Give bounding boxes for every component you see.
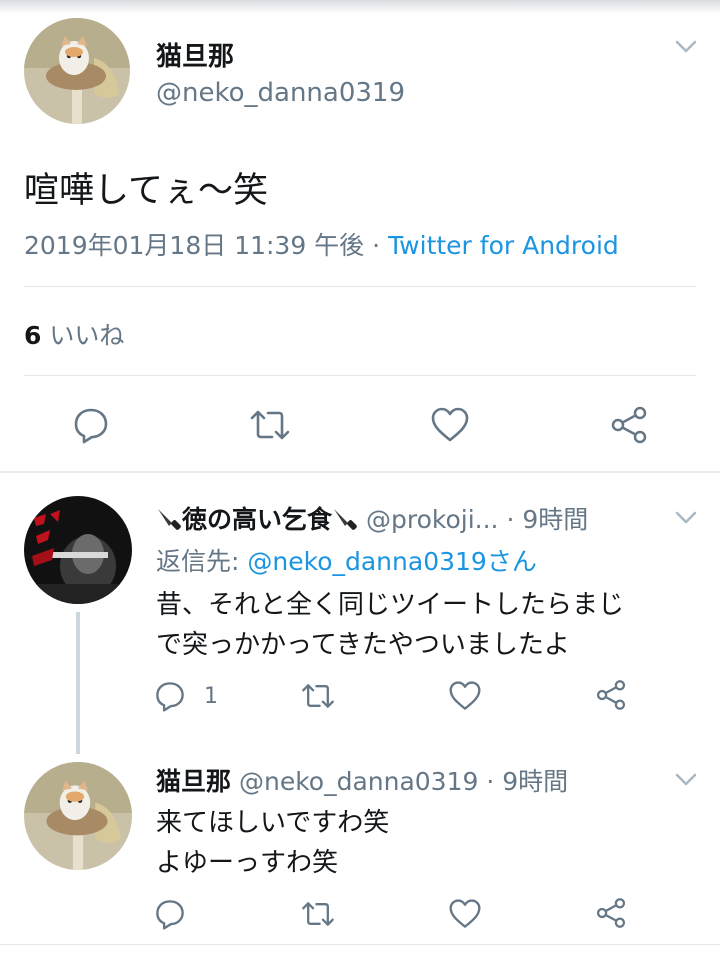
likes-count: 6	[24, 321, 42, 350]
share-icon[interactable]	[594, 678, 628, 712]
avatar[interactable]	[24, 762, 132, 870]
reply-to-label: 返信先:	[156, 547, 240, 576]
reply-header: 猫旦那 @neko_danna0319 · 9時間	[156, 762, 568, 798]
like-heart-icon[interactable]	[448, 680, 482, 712]
author-handle[interactable]: @neko_danna0319	[156, 78, 405, 108]
knife-emoji-icon	[156, 505, 182, 537]
share-icon[interactable]	[608, 404, 650, 446]
chevron-down-icon[interactable]	[674, 38, 698, 56]
meta-separator: ·	[372, 231, 381, 260]
reply-count: 1	[204, 684, 218, 709]
section-divider	[0, 471, 720, 473]
author-name[interactable]: 徳の高い乞食	[182, 505, 332, 534]
reply-time[interactable]: · 9時間	[486, 767, 568, 796]
likes-stat[interactable]: 6 いいね	[24, 316, 124, 352]
thread-connector-line	[76, 612, 80, 754]
chevron-down-icon[interactable]	[674, 510, 698, 526]
reply-time[interactable]: · 9時間	[506, 505, 588, 534]
author-handle[interactable]: @neko_danna0319	[239, 767, 478, 796]
reply-header: 徳の高い乞食 @prokoji... · 9時間	[156, 500, 588, 537]
like-heart-icon[interactable]	[448, 898, 482, 930]
bottom-divider	[0, 944, 720, 945]
reply-text-line: 来てほしいですわ笑	[156, 808, 390, 838]
reply-icon[interactable]	[154, 680, 186, 712]
reply-text-line: 昔、それと全く同じツイートしたらまじ	[156, 590, 625, 620]
avatar[interactable]	[24, 18, 130, 124]
reply-text-line: よゆーっすわ笑	[156, 848, 339, 878]
reply-to-handle[interactable]: @neko_danna0319さん	[247, 547, 536, 576]
like-heart-icon[interactable]	[430, 406, 470, 444]
avatar[interactable]	[24, 496, 132, 604]
author-name[interactable]: 猫旦那	[156, 767, 231, 796]
reply-text-line: で突っかかってきたやついましたよ	[156, 630, 570, 660]
author-handle[interactable]: @prokoji...	[366, 505, 499, 534]
top-edge-shadow	[0, 0, 720, 14]
divider	[24, 375, 696, 376]
retweet-icon[interactable]	[300, 680, 336, 712]
reply-icon[interactable]	[154, 898, 186, 930]
timestamp[interactable]: 2019年01月18日 11:39 午後	[24, 231, 364, 260]
reply-to-line: 返信先: @neko_danna0319さん	[156, 542, 537, 578]
chevron-down-icon[interactable]	[674, 772, 698, 788]
share-icon[interactable]	[594, 896, 628, 930]
tweet-text: 喧嘩してぇ〜笑	[24, 171, 268, 211]
divider	[24, 286, 696, 287]
retweet-icon[interactable]	[300, 898, 336, 930]
tweet-meta: 2019年01月18日 11:39 午後 · Twitter for Andro…	[24, 226, 619, 262]
knife-emoji-icon	[332, 505, 358, 537]
author-name[interactable]: 猫旦那	[156, 36, 234, 73]
retweet-icon[interactable]	[248, 406, 292, 444]
source-link[interactable]: Twitter for Android	[388, 231, 619, 260]
reply-icon[interactable]	[72, 406, 110, 444]
likes-label: いいね	[49, 321, 125, 350]
